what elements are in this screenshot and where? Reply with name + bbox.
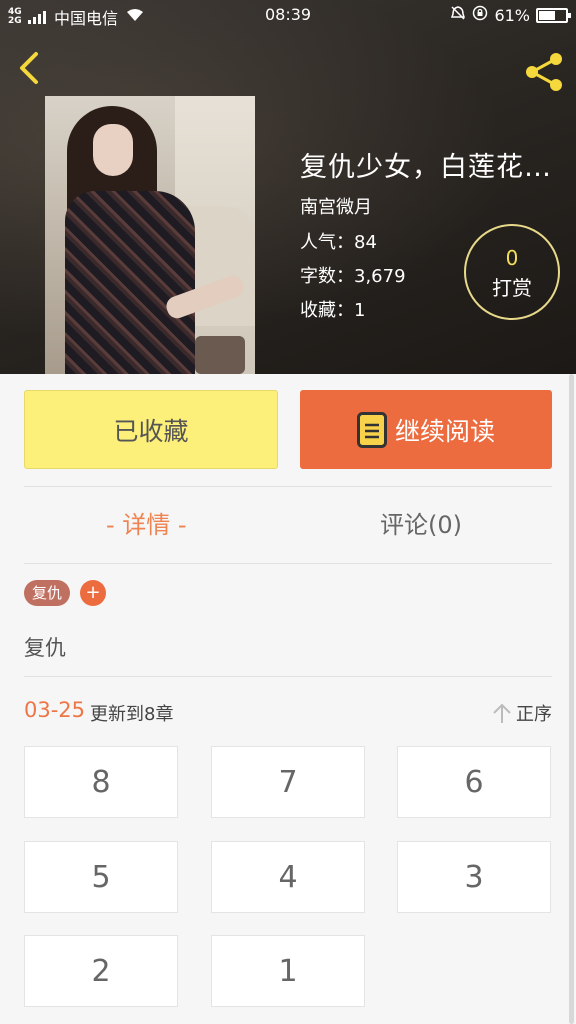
battery-percent: 61% (494, 5, 530, 25)
book-popularity: 人气：84 (300, 232, 377, 253)
sort-order-button[interactable]: 正序 (492, 700, 552, 726)
favorited-label: 已收藏 (113, 416, 189, 446)
divider (24, 676, 552, 677)
chapter-button[interactable]: 3 (397, 841, 551, 913)
update-text: 更新到8章 (90, 704, 174, 725)
update-info: 03-25 更新到8章 正序 (24, 698, 552, 726)
chapter-button[interactable]: 7 (211, 746, 365, 818)
signal-icon (28, 10, 46, 24)
book-icon (356, 411, 387, 448)
chevron-left-icon (20, 52, 38, 84)
book-cover-image (45, 96, 255, 374)
wifi-icon (126, 8, 144, 26)
share-button[interactable] (520, 48, 568, 96)
tab-comments[interactable]: 评论(0) (380, 505, 462, 540)
update-date: 03-25 (24, 698, 86, 722)
reward-count: 0 (505, 246, 519, 270)
reward-label: 打赏 (492, 276, 532, 300)
book-info: 复仇少女，白莲花请... 南宫微月 人气：84 字数：3,679 收藏：1 (300, 145, 576, 321)
continue-reading-label: 继续阅读 (394, 416, 495, 446)
divider (24, 486, 552, 487)
book-description: 复仇 (24, 636, 66, 660)
scrollbar[interactable] (569, 374, 574, 1024)
share-icon (526, 53, 562, 91)
chapter-button[interactable]: 8 (24, 746, 178, 818)
book-title: 复仇少女，白莲花请... (300, 152, 576, 183)
rotation-lock-icon (472, 5, 488, 25)
battery-fill (539, 10, 555, 20)
chapter-button[interactable]: 4 (211, 841, 365, 913)
network-type: 4G 2G (8, 7, 22, 26)
clock: 08:39 (265, 5, 312, 24)
chapter-button[interactable]: 5 (24, 841, 178, 913)
reward-button[interactable]: 0 打赏 (464, 224, 560, 320)
status-bar: 4G 2G 中国电信 08:39 61% (0, 0, 576, 30)
back-button[interactable] (14, 48, 50, 88)
chapter-button[interactable]: 6 (397, 746, 551, 818)
chapter-button[interactable]: 1 (211, 935, 365, 1007)
genre-tag[interactable]: 复仇 (24, 580, 71, 606)
favorited-button[interactable]: 已收藏 (24, 390, 278, 469)
tab-detail[interactable]: - 详情 - (106, 505, 187, 540)
sort-order-label: 正序 (516, 704, 552, 725)
book-word-count: 字数：3,679 (300, 266, 406, 287)
divider (24, 563, 552, 564)
arrow-up-icon (493, 703, 511, 723)
chapter-button[interactable]: 2 (24, 935, 178, 1007)
continue-reading-button[interactable]: 继续阅读 (300, 390, 552, 469)
mute-bell-icon (450, 5, 466, 25)
book-favorites-count: 收藏：1 (300, 300, 366, 321)
carrier-name: 中国电信 (54, 9, 119, 28)
add-tag-button[interactable]: + (80, 580, 106, 606)
book-author[interactable]: 南宫微月 (300, 193, 372, 219)
battery-icon (536, 7, 571, 23)
